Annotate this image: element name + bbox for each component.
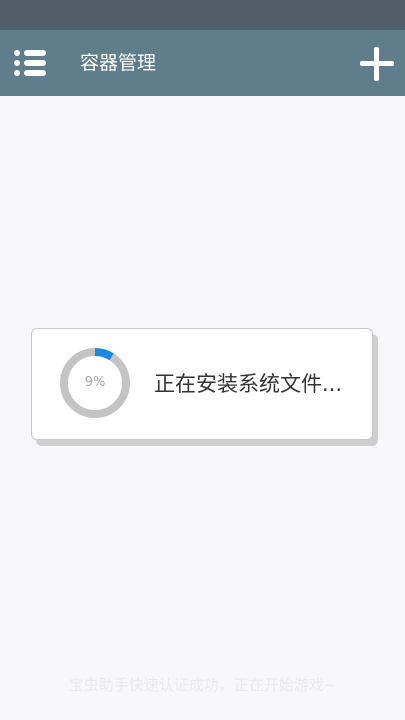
menu-button[interactable]	[14, 49, 48, 77]
toast-message: 宝虫助手快速认证成功，正在开始游戏~	[68, 676, 337, 694]
app-bar: 容器管理	[0, 30, 405, 96]
progress-percent-text: 9%	[84, 375, 106, 390]
page-title: 容器管理	[80, 52, 157, 74]
status-bar	[0, 0, 405, 30]
loading-message: 正在安装系统文件...	[154, 372, 343, 396]
loading-dialog: 9% 正在安装系统文件...	[31, 328, 373, 440]
add-container-button[interactable]	[360, 47, 394, 81]
progress-ring: 9%	[58, 346, 132, 420]
